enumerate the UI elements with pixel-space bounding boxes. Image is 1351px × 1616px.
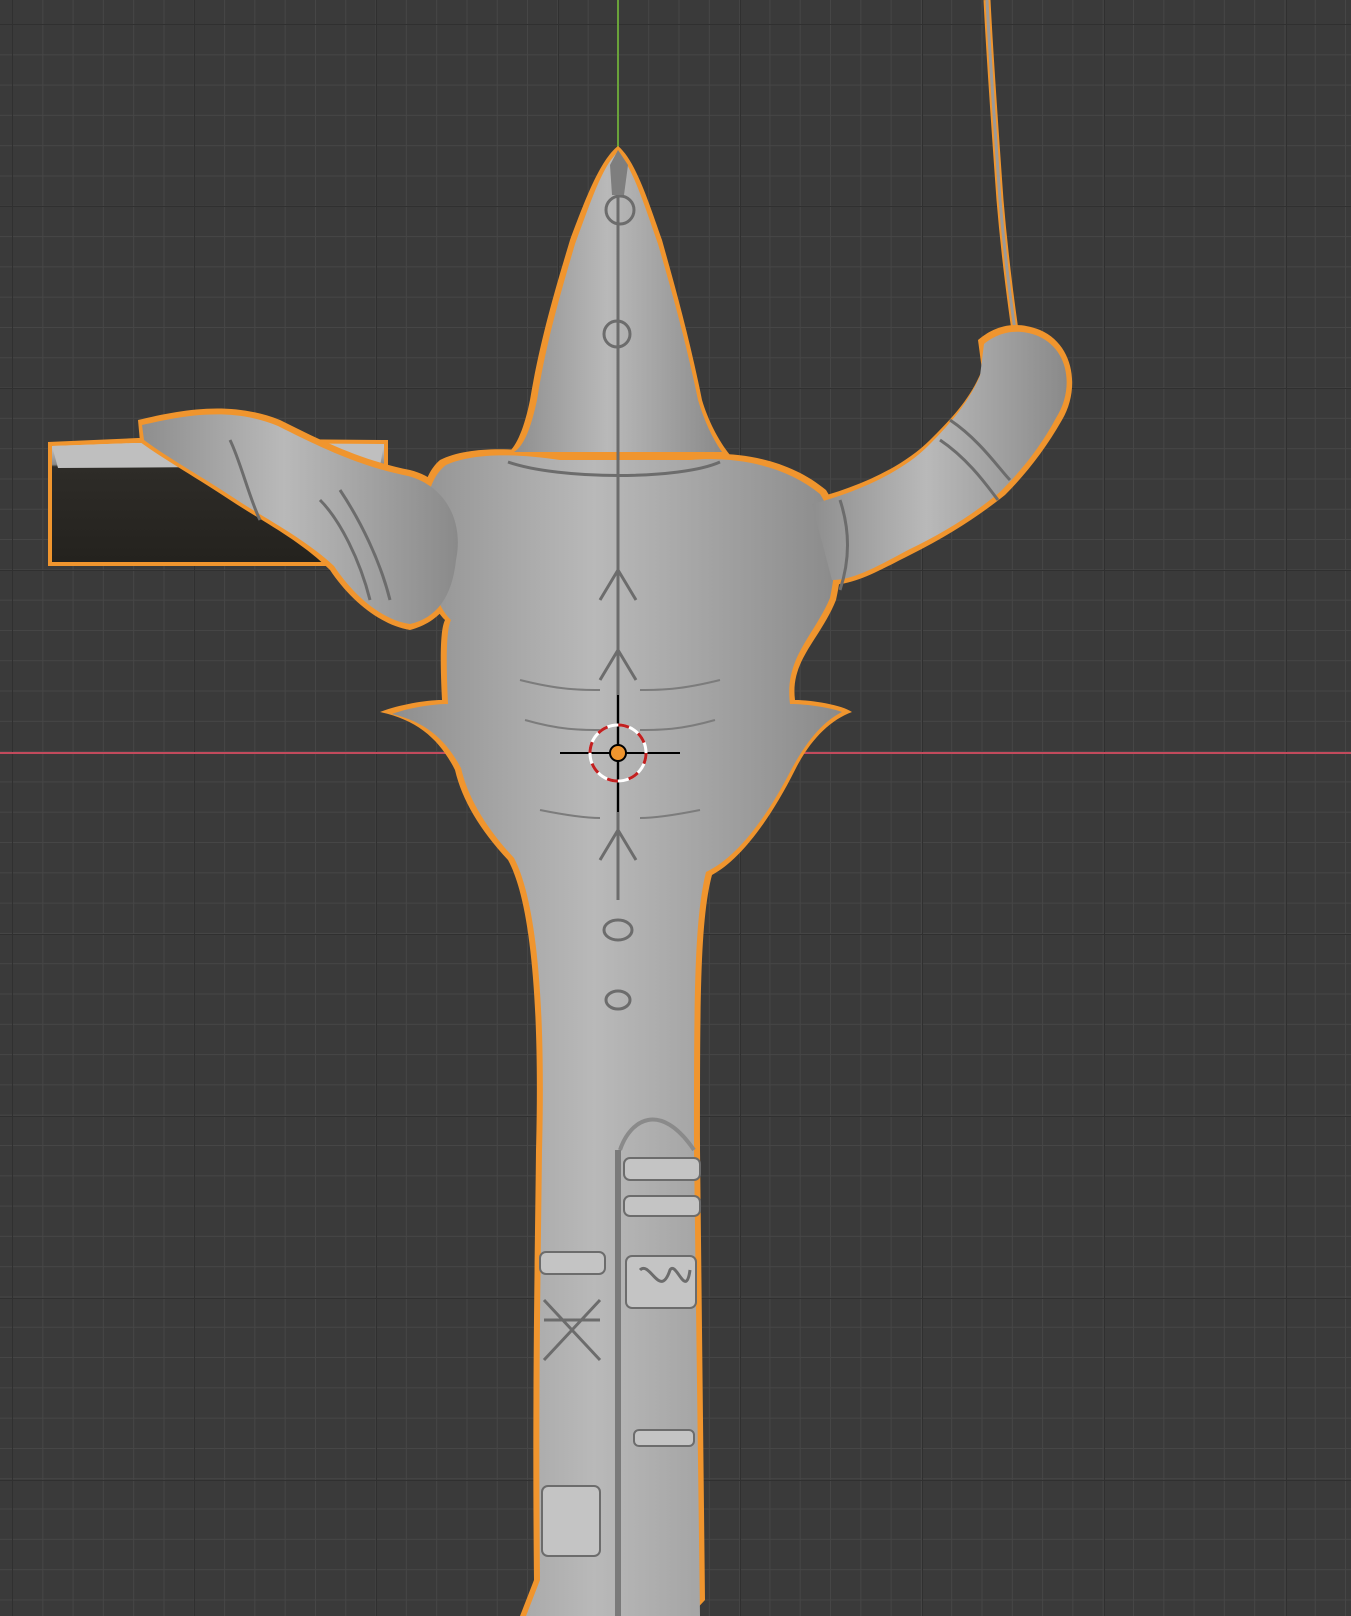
viewport-scene[interactable] xyxy=(0,0,1351,1616)
object-origin-dot xyxy=(609,744,627,762)
3d-viewport[interactable] xyxy=(0,0,1351,1616)
creature-mesh[interactable] xyxy=(138,146,1073,1616)
whip-object[interactable] xyxy=(983,0,1022,353)
